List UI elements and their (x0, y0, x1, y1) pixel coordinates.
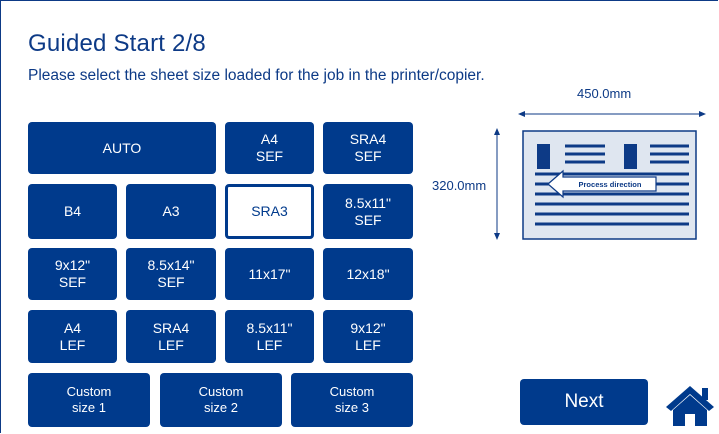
size-button-b4[interactable]: B4 (28, 184, 117, 239)
next-button[interactable]: Next (520, 379, 648, 425)
size-button-a3[interactable]: A3 (126, 184, 216, 239)
height-arrow (494, 128, 500, 240)
height-dimension-label: 320.0mm (432, 178, 487, 193)
width-dimension-label: 450.0mm (577, 86, 632, 101)
size-button-9x12-lef[interactable]: 9x12" LEF (323, 310, 413, 363)
size-button-custom-1[interactable]: Custom size 1 (28, 373, 150, 427)
size-button-11x17[interactable]: 11x17" (225, 248, 314, 300)
size-button-a4-lef[interactable]: A4 LEF (28, 310, 117, 363)
size-button-12x18[interactable]: 12x18" (323, 248, 413, 300)
paper-diagram: Process direction (494, 111, 706, 240)
size-button-8-5x11-sef[interactable]: 8.5x11" SEF (323, 184, 413, 239)
size-button-a4-sef[interactable]: A4 SEF (225, 122, 314, 174)
size-button-custom-2[interactable]: Custom size 2 (160, 373, 282, 427)
size-button-custom-3[interactable]: Custom size 3 (291, 373, 413, 427)
size-button-8-5x14-sef[interactable]: 8.5x14" SEF (126, 248, 216, 300)
process-direction-label: Process direction (579, 180, 642, 189)
page-title: Guided Start 2/8 (28, 30, 206, 57)
width-arrow (518, 111, 706, 117)
size-button-8-5x11-lef[interactable]: 8.5x11" LEF (225, 310, 314, 363)
size-button-sra4-lef[interactable]: SRA4 LEF (126, 310, 216, 363)
size-button-9x12-sef[interactable]: 9x12" SEF (28, 248, 117, 300)
size-button-sra4-sef[interactable]: SRA4 SEF (323, 122, 413, 174)
size-button-sra3[interactable]: SRA3 (225, 184, 314, 239)
home-icon[interactable] (664, 382, 716, 428)
page-instructions: Please select the sheet size loaded for … (28, 67, 485, 84)
size-button-auto[interactable]: AUTO (28, 122, 216, 174)
